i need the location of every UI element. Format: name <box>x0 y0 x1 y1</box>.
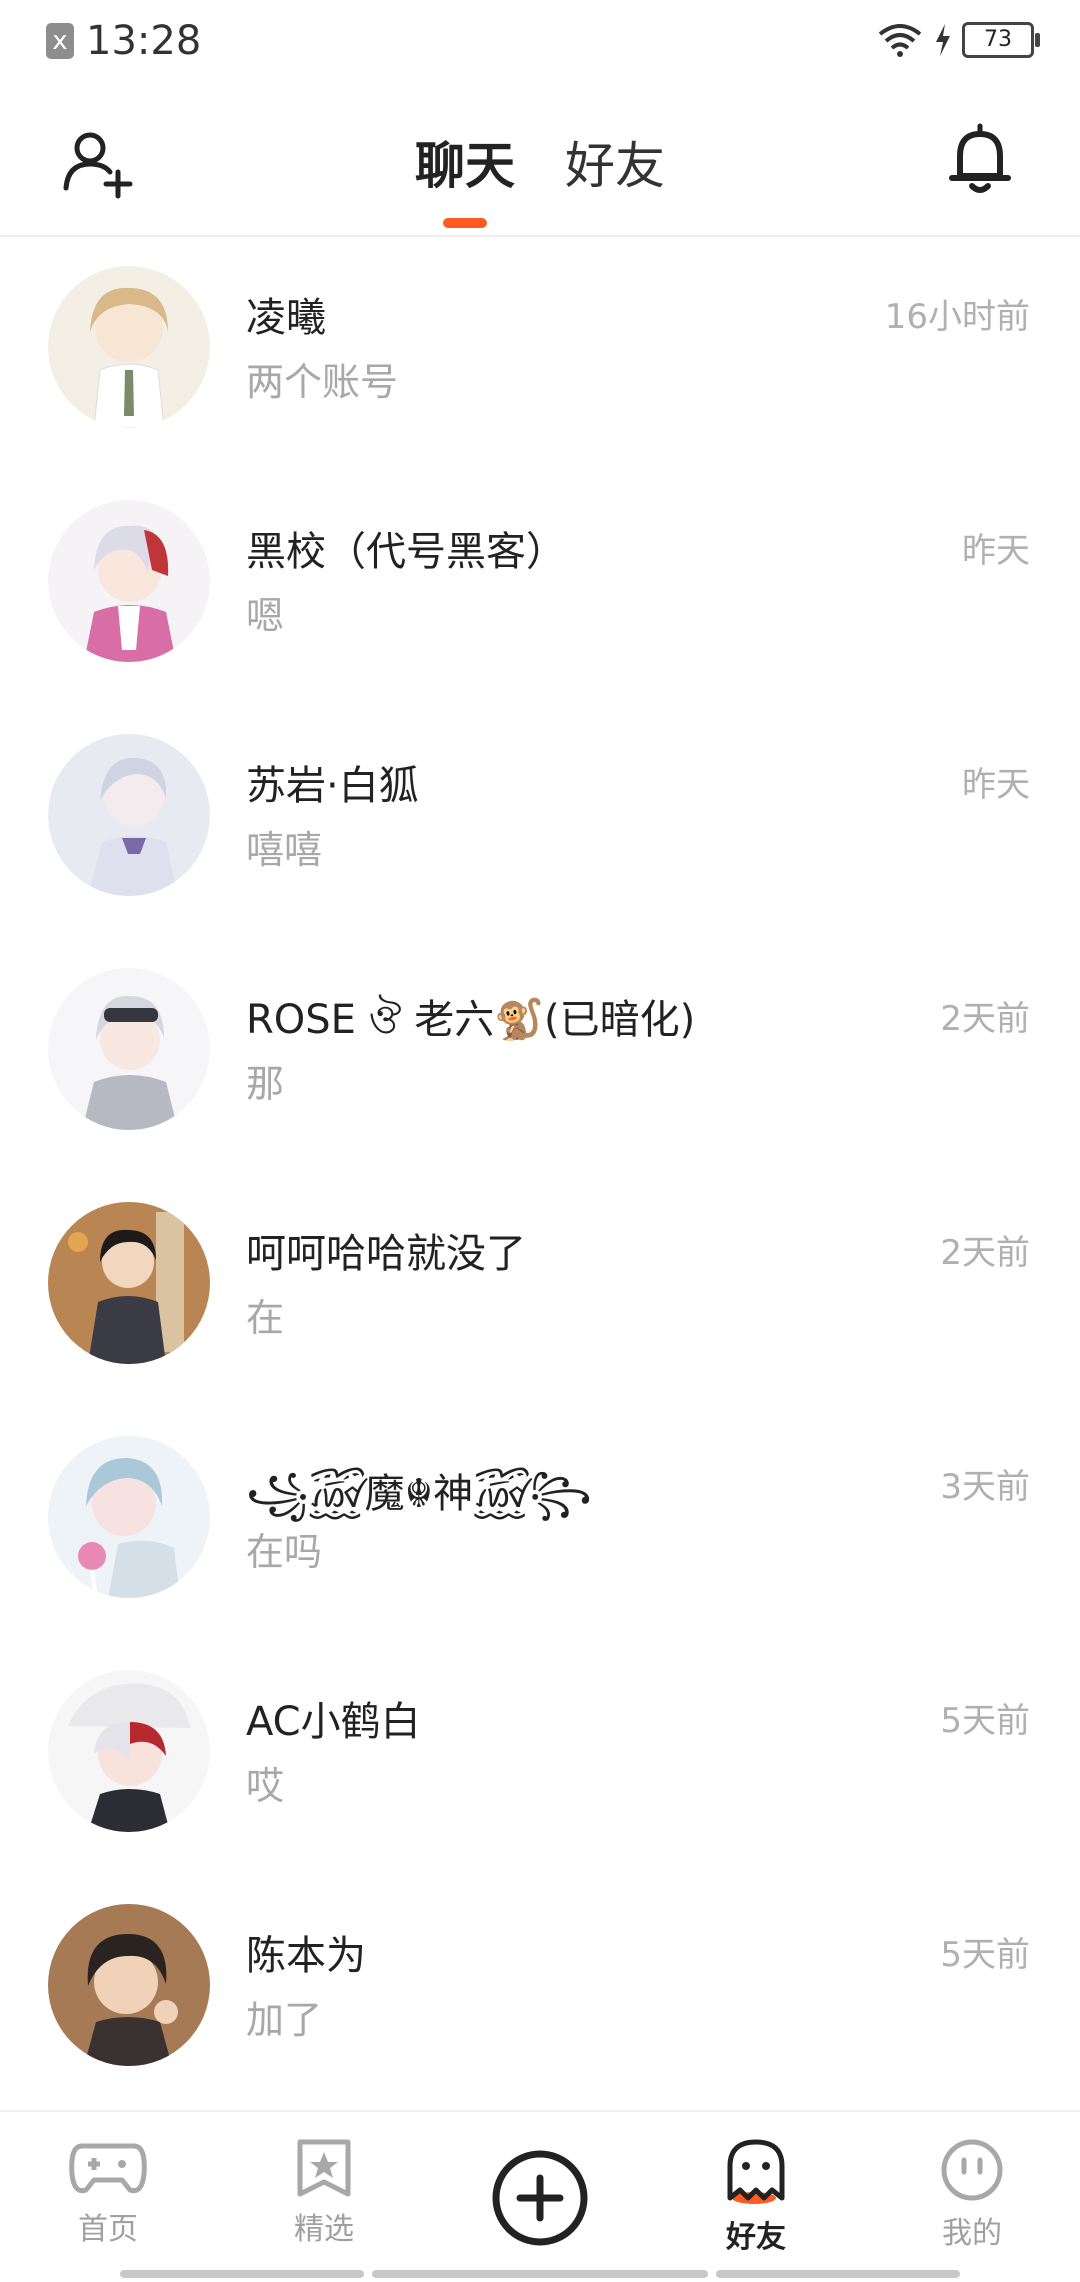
chat-list-item[interactable]: 黑校（代号黑客） 嗯 昨天 <box>0 471 1080 705</box>
chat-time: 2天前 <box>940 1233 1030 1273</box>
chat-last-message: 两个账号 <box>246 360 399 404</box>
chat-list-item[interactable]: 凌曦 两个账号 16小时前 <box>0 237 1080 471</box>
chat-list-item[interactable]: ROSE ঔ 老六🐒(已暗化) 那 2天前 <box>0 939 1080 1173</box>
nav-me[interactable]: 我的 <box>902 2138 1042 2252</box>
tab-chat[interactable]: 聊天 <box>415 126 515 228</box>
nav-friends-label: 好友 <box>726 2220 786 2255</box>
chat-last-message: 哎 <box>246 1764 285 1808</box>
nav-home-label: 首页 <box>78 2212 138 2247</box>
chat-last-message: 在 <box>246 1296 285 1340</box>
chat-name: 苏岩·白狐 <box>246 763 419 809</box>
charging-icon <box>936 24 950 56</box>
battery-icon: 73 <box>962 22 1040 58</box>
chat-last-message: 嗯 <box>246 594 285 638</box>
status-bar: x 13:28 73 <box>0 0 1080 90</box>
chat-time: 昨天 <box>962 765 1030 805</box>
ghost-icon <box>727 2139 785 2204</box>
chat-last-message: 那 <box>246 1062 285 1106</box>
bell-icon[interactable] <box>942 122 1018 198</box>
sim-icon: x <box>46 23 74 59</box>
top-header: 聊天 好友 <box>0 90 1080 237</box>
chat-list-item[interactable]: 呵呵哈哈就没了 在 2天前 <box>0 1173 1080 1407</box>
nav-featured[interactable]: 精选 <box>254 2138 394 2248</box>
avatar[interactable] <box>48 1436 210 1598</box>
chat-time: 昨天 <box>962 531 1030 571</box>
chat-time: 2天前 <box>940 999 1030 1039</box>
avatar[interactable] <box>48 1202 210 1364</box>
avatar[interactable] <box>48 266 210 428</box>
chat-last-message: 加了 <box>246 1998 323 2042</box>
chat-tabs: 聊天 好友 <box>0 126 1080 228</box>
chat-last-message: 在吗 <box>246 1530 323 1574</box>
tab-friends-label: 好友 <box>565 137 665 195</box>
tab-friends[interactable]: 好友 <box>565 126 665 228</box>
chat-name: ROSE ঔ 老六🐒(已暗化) <box>246 997 696 1043</box>
chat-name: 凌曦 <box>246 295 326 341</box>
avatar[interactable] <box>48 500 210 662</box>
plus-circle-icon[interactable] <box>490 2148 590 2248</box>
chat-name: 黑校（代号黑客） <box>246 529 566 575</box>
chat-name: AC小鹤白 <box>246 1699 421 1745</box>
face-icon <box>941 2139 1003 2201</box>
chat-time: 5天前 <box>940 1701 1030 1741</box>
avatar[interactable] <box>48 1904 210 2066</box>
home-indicator <box>716 2270 960 2278</box>
nav-friends[interactable]: 好友 <box>686 2138 826 2256</box>
gamepad-icon <box>69 2143 147 2194</box>
home-indicator <box>120 2270 364 2278</box>
active-tab-indicator <box>443 218 487 228</box>
wifi-icon <box>878 24 922 57</box>
status-time: 13:28 <box>86 18 202 64</box>
chat-time: 5天前 <box>940 1935 1030 1975</box>
chat-list-item[interactable]: 苏岩·白狐 嘻嘻 昨天 <box>0 705 1080 939</box>
chat-time: 3天前 <box>940 1467 1030 1507</box>
chat-list-item[interactable]: 陈本为 加了 5天前 <box>0 1875 1080 2109</box>
chat-name: 呵呵哈哈就没了 <box>246 1231 526 1277</box>
chat-name: 陈本为 <box>246 1933 366 1979</box>
avatar[interactable] <box>48 968 210 1130</box>
chat-time: 16小时前 <box>884 297 1030 337</box>
battery-level: 73 <box>984 27 1012 52</box>
avatar[interactable] <box>48 1670 210 1832</box>
home-indicator <box>372 2270 708 2278</box>
chat-last-message: 嘻嘻 <box>246 828 323 872</box>
avatar[interactable] <box>48 734 210 896</box>
chat-list-item[interactable]: AC小鹤白 哎 5天前 <box>0 1641 1080 1875</box>
bottom-navigation: 首页 精选 好友 我的 <box>0 2110 1080 2282</box>
chat-list-item[interactable]: ꧁꫞魔☬神꫞꧂ 在吗 3天前 <box>0 1407 1080 1641</box>
chat-list: 凌曦 两个账号 16小时前 黑校（代号黑客） 嗯 昨天 苏岩·白狐 嘻嘻 昨天 … <box>0 237 1080 2109</box>
nav-featured-label: 精选 <box>294 2212 354 2247</box>
nav-me-label: 我的 <box>942 2216 1002 2251</box>
star-bookmark-icon <box>297 2139 351 2197</box>
nav-home[interactable]: 首页 <box>38 2138 178 2248</box>
tab-chat-label: 聊天 <box>415 137 515 195</box>
